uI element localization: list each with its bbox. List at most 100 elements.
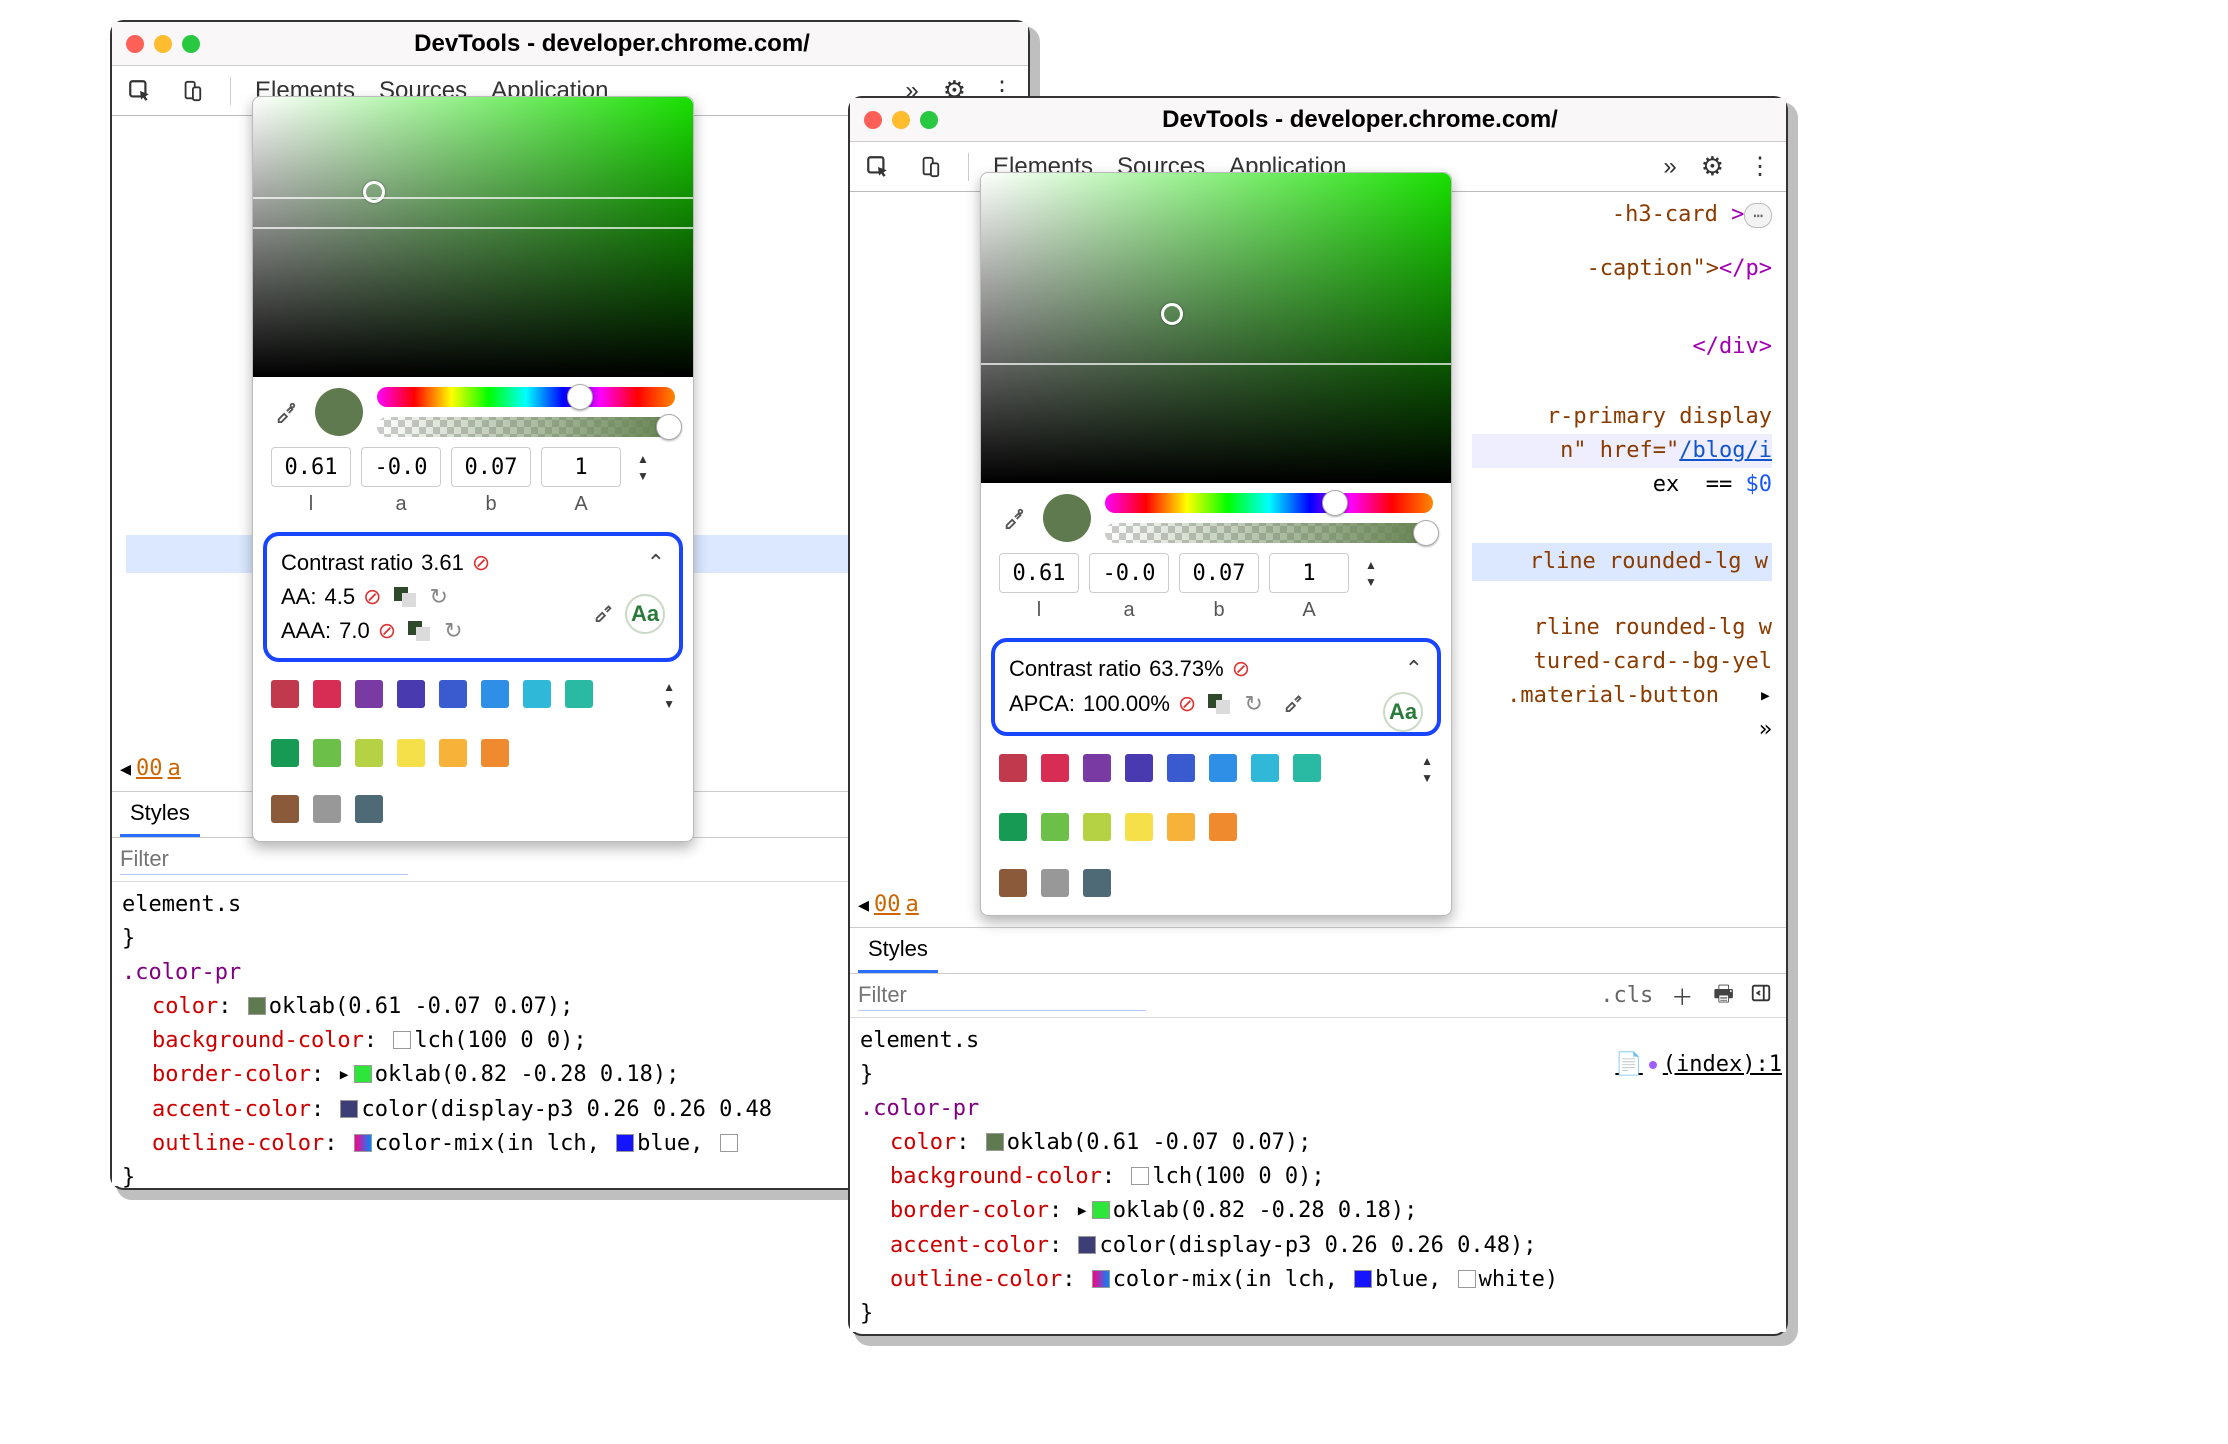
palette-swatch[interactable] [313,680,341,708]
palette-swatch[interactable] [1125,813,1153,841]
color-spectrum[interactable] [253,97,693,377]
eyedropper-small-icon[interactable] [593,600,615,628]
a-input[interactable] [1089,553,1169,593]
more-tabs-icon[interactable]: » [1663,153,1676,181]
palette-swatch[interactable] [355,680,383,708]
palette-swatch[interactable] [355,795,383,823]
palette-swatch[interactable] [355,739,383,767]
palette-swatch[interactable] [313,739,341,767]
href-link[interactable]: /blog/i [1679,438,1772,463]
swap-swatch-icon[interactable] [1208,694,1232,714]
palette-swatch[interactable] [271,680,299,708]
palette-swatch[interactable] [523,680,551,708]
palette-swatch[interactable] [1209,813,1237,841]
palette-swatch[interactable] [397,680,425,708]
window-titlebar: DevTools - developer.chrome.com/ [850,98,1786,142]
reload-icon[interactable]: ↻ [1244,691,1262,717]
b-input[interactable] [451,447,531,487]
palette-swatch[interactable] [1083,754,1111,782]
close-dot[interactable] [126,35,144,53]
alpha-slider[interactable] [1105,523,1433,543]
hue-slider[interactable] [1105,493,1433,513]
contrast-label: Contrast ratio [1009,656,1141,682]
palette-swatch[interactable] [397,739,425,767]
sidebar-toggle-icon[interactable] [1750,982,1772,1010]
tab-styles[interactable]: Styles [120,792,200,837]
alpha-input[interactable] [1269,553,1349,593]
palette-swatch[interactable] [439,739,467,767]
close-dot[interactable] [864,111,882,129]
b-input[interactable] [1179,553,1259,593]
filter-input[interactable] [858,981,1146,1011]
window-titlebar: DevTools - developer.chrome.com/ [112,22,1028,66]
breadcrumb-a[interactable]: a [906,892,919,917]
zoom-dot[interactable] [920,111,938,129]
palette-swatch[interactable] [1041,869,1069,897]
palette-swatch[interactable] [1041,813,1069,841]
minimize-dot[interactable] [154,35,172,53]
prev-icon[interactable]: ◂ [120,756,131,782]
minimize-dot[interactable] [892,111,910,129]
l-input[interactable] [999,553,1079,593]
eyedropper-small-icon[interactable] [1283,690,1305,718]
eyedropper-icon[interactable] [271,401,301,423]
stepper-icons[interactable]: ▲▼ [1365,558,1377,589]
hue-slider[interactable] [377,387,675,407]
palette-swatch[interactable] [1083,869,1111,897]
palette-swatch[interactable] [999,754,1027,782]
palette-swatch[interactable] [565,680,593,708]
ellipsis-badge[interactable]: ⋯ [1744,203,1772,228]
swap-swatch-icon[interactable] [394,587,418,607]
tab-styles[interactable]: Styles [858,928,938,973]
color-spectrum[interactable] [981,173,1451,483]
cls-toggle[interactable]: .cls [1600,983,1653,1008]
alpha-input[interactable] [541,447,621,487]
palette-swatch[interactable] [271,739,299,767]
palette-swatch[interactable] [271,795,299,823]
palette-swatch[interactable] [481,680,509,708]
kebab-icon[interactable]: ⋮ [1748,152,1772,181]
printer-icon[interactable]: 🖶 [1713,977,1734,1015]
plus-icon[interactable]: ＋ [1671,980,1693,1012]
palette-swatch[interactable] [481,739,509,767]
inspect-icon[interactable] [126,77,154,105]
gear-icon[interactable]: ⚙ [1701,151,1724,182]
apca-label: APCA: [1009,691,1075,717]
inspect-icon[interactable] [864,153,892,181]
l-input[interactable] [271,447,351,487]
palette-swatch[interactable] [1167,754,1195,782]
palette-set-stepper[interactable]: ▲▼ [1421,754,1433,785]
palette-swatch[interactable] [1125,754,1153,782]
swap-swatch-icon[interactable] [408,621,432,641]
reload-icon[interactable]: ↻ [444,618,462,644]
prev-icon[interactable]: ◂ [858,892,869,918]
fail-icon: ⊘ [1178,691,1196,717]
device-icon[interactable] [178,77,206,105]
breadcrumb-num[interactable]: 00 [874,892,901,917]
palette-swatch[interactable] [1293,754,1321,782]
palette-swatch[interactable] [1251,754,1279,782]
collapse-icon[interactable]: ⌃ [1405,656,1423,682]
source-link[interactable]: 📄(index):1 [1615,1048,1782,1082]
a-input[interactable] [361,447,441,487]
breadcrumb-a[interactable]: a [168,756,181,781]
palette-swatch[interactable] [313,795,341,823]
palette-swatch[interactable] [1083,813,1111,841]
zoom-dot[interactable] [182,35,200,53]
device-icon[interactable] [916,153,944,181]
palette-swatch[interactable] [1167,813,1195,841]
palette-set-stepper[interactable]: ▲▼ [663,680,675,711]
breadcrumb-num[interactable]: 00 [136,756,163,781]
alpha-slider[interactable] [377,417,675,437]
filter-input[interactable] [120,845,408,875]
palette-swatch[interactable] [1209,754,1237,782]
reload-icon[interactable]: ↻ [430,584,448,610]
palette-swatch[interactable] [999,813,1027,841]
eyedropper-icon[interactable] [999,507,1029,529]
collapse-icon[interactable]: ⌃ [647,550,665,576]
palette-swatch[interactable] [999,869,1027,897]
stepper-icons[interactable]: ▲▼ [637,452,649,483]
palette-swatch[interactable] [1041,754,1069,782]
more-chevron-icon[interactable]: » [1472,713,1772,723]
palette-swatch[interactable] [439,680,467,708]
